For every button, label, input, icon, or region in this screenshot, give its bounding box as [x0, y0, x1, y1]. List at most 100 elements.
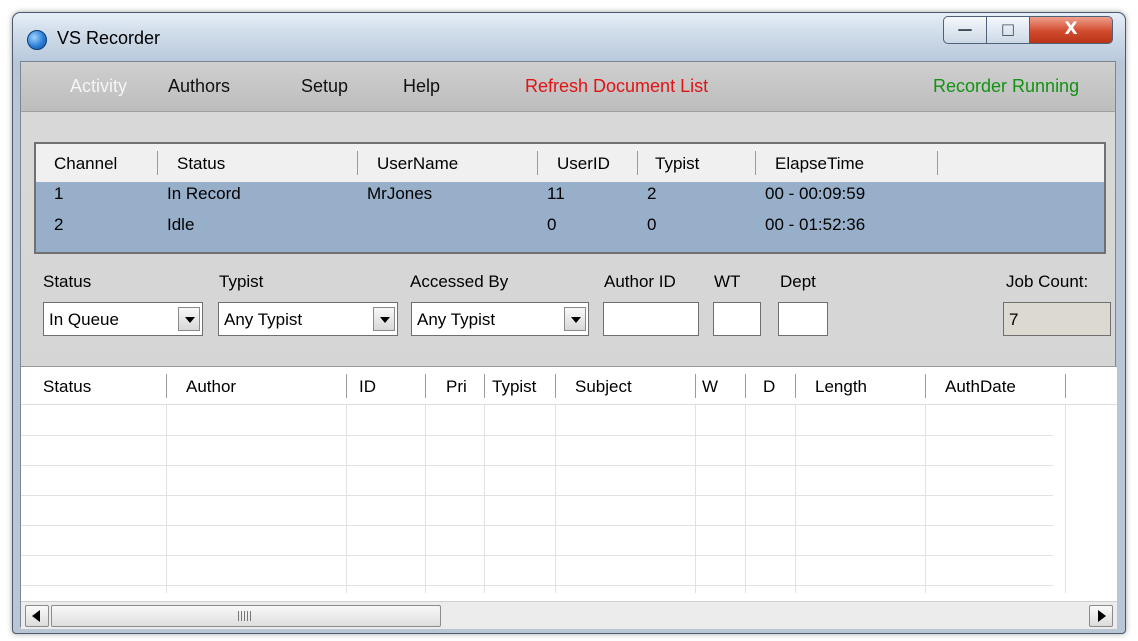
menu-authors[interactable]: Authors — [168, 76, 230, 97]
grid-line — [21, 585, 1053, 586]
typist-filter-dropdown[interactable]: Any Typist — [218, 302, 398, 336]
column-divider[interactable] — [937, 151, 938, 175]
accessed-by-value: Any Typist — [417, 310, 496, 329]
channel-row-2-elapsetime[interactable]: 00 - 01:52:36 — [765, 215, 865, 235]
job-count-field: 7 — [1003, 302, 1111, 336]
column-header-typist[interactable]: Typist — [492, 377, 536, 397]
grid-line — [484, 405, 485, 593]
menu-bar: Activity Authors Setup Help Refresh Docu… — [21, 62, 1115, 112]
grid-line — [795, 405, 796, 593]
status-filter-label: Status — [43, 272, 92, 291]
channel-row-2-channel[interactable]: 2 — [54, 215, 63, 235]
close-button[interactable]: X — [1029, 16, 1113, 44]
job-list[interactable]: Status Author ID Pri Typist Subject W D … — [21, 366, 1117, 629]
job-count-value: 7 — [1009, 310, 1019, 329]
channel-row-1-status[interactable]: In Record — [167, 184, 241, 204]
column-header-job-status[interactable]: Status — [43, 377, 91, 397]
grid-line — [21, 525, 1053, 526]
menu-help[interactable]: Help — [403, 76, 440, 97]
wt-input[interactable] — [713, 302, 761, 336]
maximize-icon: □ — [1000, 20, 1016, 38]
column-divider[interactable] — [537, 151, 538, 175]
column-header-authdate[interactable]: AuthDate — [945, 377, 1016, 397]
column-divider[interactable] — [166, 374, 167, 398]
filter-panel: Status In Queue Typist Any Typist Access… — [21, 258, 1115, 358]
column-divider[interactable] — [745, 374, 746, 398]
column-divider[interactable] — [484, 374, 485, 398]
author-id-label: Author ID — [604, 272, 676, 291]
column-header-typist[interactable]: Typist — [655, 154, 699, 174]
refresh-document-list-link[interactable]: Refresh Document List — [525, 76, 708, 97]
column-header-username[interactable]: UserName — [377, 154, 458, 174]
column-divider[interactable] — [346, 374, 347, 398]
author-id-input[interactable] — [603, 302, 699, 336]
dept-input[interactable] — [778, 302, 828, 336]
column-divider[interactable] — [357, 151, 358, 175]
maximize-button[interactable]: □ — [986, 16, 1030, 44]
channel-row-2-userid[interactable]: 0 — [547, 215, 556, 235]
menu-setup[interactable]: Setup — [301, 76, 348, 97]
scrollbar-thumb[interactable] — [51, 605, 441, 627]
column-header-w[interactable]: W — [702, 377, 718, 397]
channel-row-1-username[interactable]: MrJones — [367, 184, 432, 204]
close-icon: X — [1064, 19, 1078, 39]
channel-row-1-elapsetime[interactable]: 00 - 00:09:59 — [765, 184, 865, 204]
column-header-elapsetime[interactable]: ElapseTime — [775, 154, 864, 174]
grid-line — [925, 405, 926, 593]
grid-line — [555, 405, 556, 593]
column-header-author[interactable]: Author — [186, 377, 236, 397]
column-header-status[interactable]: Status — [177, 154, 225, 174]
window-title: VS Recorder — [57, 28, 161, 48]
channel-list[interactable]: Channel Status UserName UserID Typist El… — [34, 142, 1106, 254]
chevron-down-icon[interactable] — [373, 307, 395, 331]
column-divider[interactable] — [425, 374, 426, 398]
channel-row-1-channel[interactable]: 1 — [54, 184, 63, 204]
recorder-status: Recorder Running — [933, 76, 1080, 96]
channel-row-1-userid[interactable]: 11 — [547, 184, 565, 204]
menu-activity[interactable]: Activity — [70, 76, 127, 97]
job-list-header: Status Author ID Pri Typist Subject W D … — [21, 367, 1117, 405]
scroll-left-button[interactable] — [25, 605, 49, 627]
grid-line — [166, 405, 167, 593]
app-window: VS Recorder — □ X Activity Authors Setup… — [12, 12, 1126, 634]
channel-row-1-typist[interactable]: 2 — [647, 184, 656, 204]
column-divider[interactable] — [925, 374, 926, 398]
channel-row-2-status[interactable]: Idle — [167, 215, 194, 235]
column-header-userid[interactable]: UserID — [557, 154, 610, 174]
column-header-pri[interactable]: Pri — [446, 377, 467, 397]
grip-icon — [238, 611, 252, 621]
grid-line — [21, 435, 1053, 436]
column-header-channel[interactable]: Channel — [54, 154, 117, 174]
column-header-length[interactable]: Length — [815, 377, 867, 397]
minimize-button[interactable]: — — [943, 16, 987, 44]
channel-row-2-typist[interactable]: 0 — [647, 215, 656, 235]
scroll-right-button[interactable] — [1089, 605, 1113, 627]
typist-filter-value: Any Typist — [224, 310, 303, 329]
status-filter-value: In Queue — [49, 310, 119, 329]
app-icon — [27, 30, 47, 50]
status-filter-dropdown[interactable]: In Queue — [43, 302, 203, 336]
column-divider[interactable] — [795, 374, 796, 398]
chevron-down-icon[interactable] — [178, 307, 200, 331]
accessed-by-dropdown[interactable]: Any Typist — [411, 302, 589, 336]
typist-filter-label: Typist — [219, 272, 264, 291]
horizontal-scrollbar[interactable] — [21, 601, 1117, 629]
dept-label: Dept — [780, 272, 816, 291]
channel-list-header: Channel Status UserName UserID Typist El… — [36, 144, 1104, 182]
grid-line — [346, 405, 347, 593]
channel-rows: 1 In Record MrJones 11 2 00 - 00:09:59 2… — [36, 182, 1104, 252]
column-header-id[interactable]: ID — [359, 377, 376, 397]
column-divider[interactable] — [1065, 374, 1066, 398]
column-header-subject[interactable]: Subject — [575, 377, 632, 397]
wt-label: WT — [714, 272, 741, 291]
column-divider[interactable] — [157, 151, 158, 175]
column-divider[interactable] — [555, 374, 556, 398]
column-divider[interactable] — [637, 151, 638, 175]
title-bar[interactable]: VS Recorder — □ X — [13, 13, 1125, 61]
chevron-down-icon[interactable] — [564, 307, 586, 331]
column-divider[interactable] — [695, 374, 696, 398]
grid-line — [1065, 405, 1066, 593]
column-header-d[interactable]: D — [763, 377, 775, 397]
column-divider[interactable] — [755, 151, 756, 175]
grid-line — [695, 405, 696, 593]
